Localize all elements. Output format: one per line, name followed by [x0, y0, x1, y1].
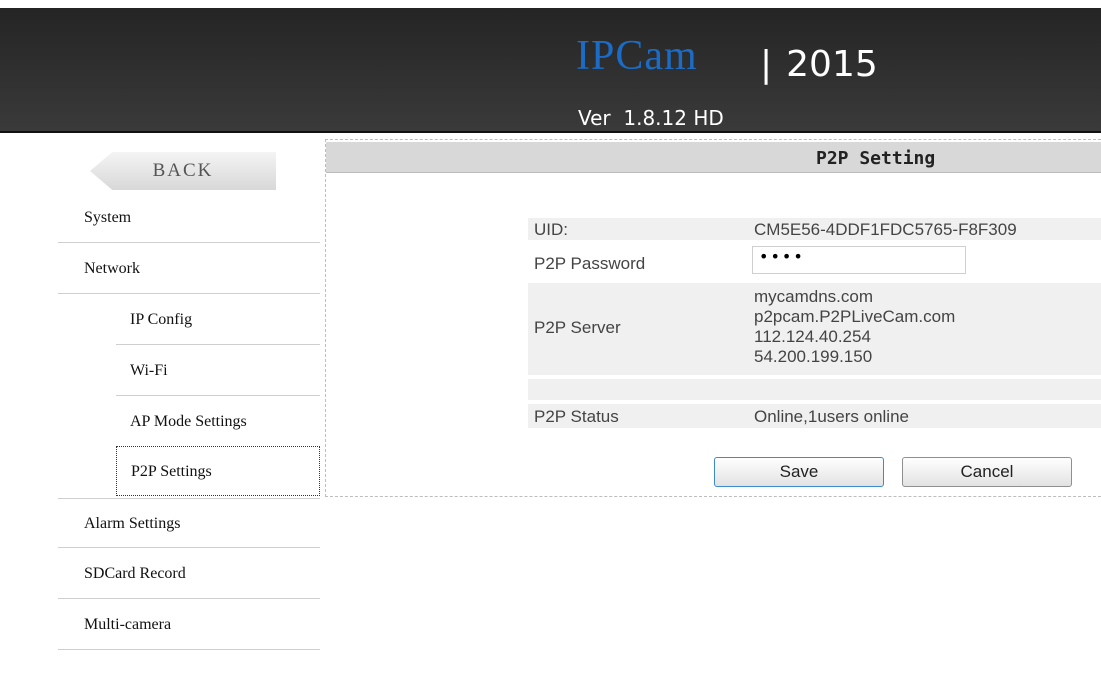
server-entry: p2pcam.P2PLiveCam.com: [754, 307, 956, 326]
header-year: | 2015: [760, 44, 878, 85]
sidebar-item-label: Multi-camera: [84, 616, 172, 633]
sidebar-item-network[interactable]: Network: [58, 244, 320, 294]
server-entry: 112.124.40.254: [754, 327, 871, 346]
password-label: P2P Password: [534, 254, 646, 273]
sidebar-item-label: SDCard Record: [84, 565, 186, 582]
server-row: P2P Server mycamdns.com p2pcam.P2PLiveCa…: [528, 283, 1101, 375]
firmware-version: Ver 1.8.12 HD: [578, 106, 724, 130]
cancel-button[interactable]: Cancel: [902, 457, 1072, 487]
header-divider: [0, 131, 1101, 133]
sidebar-item-label: P2P Settings: [131, 463, 212, 480]
uid-label: UID:: [534, 220, 568, 239]
sidebar-item-alarm-settings[interactable]: Alarm Settings: [58, 498, 320, 548]
status-label: P2P Status: [534, 407, 619, 426]
uid-row: UID: CM5E56-4DDF1FDC5765-F8F309: [528, 218, 1101, 240]
sidebar-item-wifi[interactable]: Wi-Fi: [116, 346, 320, 396]
uid-value: CM5E56-4DDF1FDC5765-F8F309: [754, 220, 1017, 239]
sidebar-item-label: Network: [84, 260, 140, 277]
brand-logo-text: IPCam: [576, 33, 698, 79]
sidebar-item-label: AP Mode Settings: [130, 413, 247, 430]
sidebar-item-system[interactable]: System: [58, 193, 320, 243]
sidebar-item-p2p-settings[interactable]: P2P Settings: [116, 446, 320, 496]
header-bar: IPCam | 2015 Ver 1.8.12 HD: [0, 0, 1101, 131]
section-title: P2P Setting: [816, 148, 936, 169]
section-header: P2P Setting: [326, 142, 1101, 173]
sidebar-item-label: Wi-Fi: [130, 362, 168, 379]
status-row: P2P Status Online,1users online: [528, 404, 1101, 428]
sidebar-item-label: Alarm Settings: [84, 515, 181, 532]
sidebar-item-ap-mode-settings[interactable]: AP Mode Settings: [116, 397, 320, 447]
sidebar-item-multi-camera[interactable]: Multi-camera: [58, 600, 320, 650]
server-label: P2P Server: [534, 318, 621, 337]
p2p-password-field[interactable]: ••••: [752, 246, 966, 274]
back-button[interactable]: BACK: [90, 152, 276, 190]
header-top-strip: [0, 0, 1101, 8]
sidebar-item-sdcard-record[interactable]: SDCard Record: [58, 549, 320, 599]
server-entry: 54.200.199.150: [754, 347, 873, 366]
status-value: Online,1users online: [754, 407, 909, 426]
sidebar-item-ip-config[interactable]: IP Config: [116, 295, 320, 345]
header-separator: |: [760, 44, 773, 85]
spacer-row: [528, 379, 1101, 400]
save-button[interactable]: Save: [714, 457, 884, 487]
sidebar-item-label: IP Config: [130, 311, 193, 328]
server-entry: mycamdns.com: [754, 287, 874, 306]
sidebar-item-label: System: [84, 209, 132, 226]
header-year-value: 2015: [786, 44, 878, 85]
server-list: mycamdns.com p2pcam.P2PLiveCam.com 112.1…: [754, 287, 955, 367]
